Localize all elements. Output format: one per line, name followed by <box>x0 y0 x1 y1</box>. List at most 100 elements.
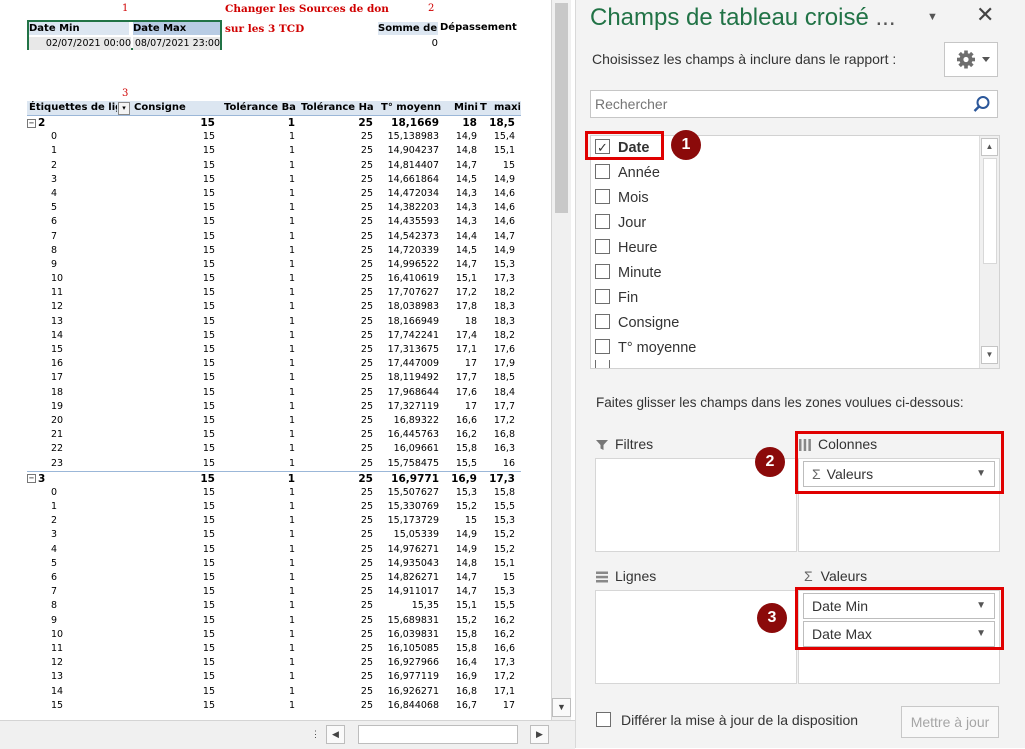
field-checkbox[interactable] <box>595 213 610 229</box>
tools-button[interactable] <box>944 42 998 77</box>
date-max-header[interactable]: Date Max <box>133 22 220 35</box>
pivot-row[interactable]: 12 15 1 25 16,927966 16,4 17,3 <box>27 656 521 670</box>
pivot-row[interactable]: 5 15 1 25 14,382203 14,3 14,6 <box>27 201 521 215</box>
scroll-down-icon[interactable]: ▼ <box>552 698 571 717</box>
pivot-row[interactable]: 0 15 1 25 15,507627 15,3 15,8 <box>27 486 521 500</box>
pivot-row[interactable]: 10 15 1 25 16,039831 15,8 16,2 <box>27 628 521 642</box>
field-item-consigne[interactable]: Consigne <box>595 312 679 334</box>
field-item-mois[interactable]: Mois <box>595 187 649 209</box>
spreadsheet-grid[interactable]: 1 2 Changer les Sources de don sur les 3… <box>0 0 550 720</box>
field-list-scrollbar[interactable]: ▲ ▼ <box>979 136 999 368</box>
pivot-row[interactable]: 6 15 1 25 14,826271 14,7 15 <box>27 571 521 585</box>
scroll-right-icon[interactable]: ▶ <box>530 725 549 744</box>
pivot-row[interactable]: 8 15 1 25 15,35 15,1 15,5 <box>27 599 521 613</box>
pivot-row[interactable]: 22 15 1 25 16,09661 15,8 16,3 <box>27 442 521 456</box>
pivot-row[interactable]: 20 15 1 25 16,89322 16,6 17,2 <box>27 414 521 428</box>
pivot-row[interactable]: 10 15 1 25 16,410619 15,1 17,3 <box>27 272 521 286</box>
field-item-heure[interactable]: Heure <box>595 237 658 259</box>
field-checkbox[interactable] <box>595 288 610 304</box>
pivot-row[interactable]: 4 15 1 25 14,976271 14,9 15,2 <box>27 543 521 557</box>
field-checkbox[interactable] <box>595 163 610 179</box>
field-item-jour[interactable]: Jour <box>595 212 646 234</box>
pivot-row[interactable]: 13 15 1 25 16,977119 16,9 17,2 <box>27 670 521 684</box>
field-list[interactable]: DateAnnéeMoisJourHeureMinuteFinConsigneT… <box>590 135 1000 369</box>
pivot-row[interactable]: 12 15 1 25 18,038983 17,8 18,3 <box>27 300 521 314</box>
pivot-row[interactable]: 11 15 1 25 16,105085 15,8 16,6 <box>27 642 521 656</box>
search-icon[interactable] <box>973 95 991 113</box>
defer-update-checkbox[interactable] <box>596 711 611 727</box>
list-scroll-thumb[interactable] <box>983 158 997 264</box>
field-search-box[interactable] <box>590 90 998 118</box>
pivot-row[interactable]: 14 15 1 25 17,742241 17,4 18,2 <box>27 329 521 343</box>
pivot-group-row[interactable]: −2 15 1 25 18,1669 18 18,5 <box>27 115 521 130</box>
pivot-cell-moy: 14,720339 <box>387 244 439 256</box>
horizontal-scroll-thumb[interactable] <box>358 725 518 744</box>
pivot-header-maxi[interactable]: maxi <box>494 101 520 114</box>
sheet-more-icon[interactable]: ⋮ <box>306 725 325 744</box>
pivot-header-tol-haute[interactable]: Tolérance Ha <box>301 101 378 114</box>
filter-dropdown-icon[interactable]: ▾ <box>118 102 130 115</box>
pivot-row[interactable]: 1 15 1 25 15,330769 15,2 15,5 <box>27 500 521 514</box>
close-icon[interactable]: ✕ <box>976 2 994 28</box>
pivot-header-moyenne[interactable]: T° moyenn <box>381 101 451 114</box>
pivot-row[interactable]: 16 15 1 25 17,447009 17 17,9 <box>27 357 521 371</box>
pivot-row[interactable]: 13 15 1 25 18,166949 18 18,3 <box>27 315 521 329</box>
pivot-row[interactable]: 17 15 1 25 18,119492 17,7 18,5 <box>27 371 521 385</box>
field-checkbox[interactable] <box>595 313 610 329</box>
date-min-header[interactable]: Date Min <box>29 22 129 35</box>
pivot-row[interactable]: 0 15 1 25 15,138983 14,9 15,4 <box>27 130 521 144</box>
field-checkbox[interactable] <box>595 188 610 204</box>
pivot-row[interactable]: 19 15 1 25 17,327119 17 17,7 <box>27 400 521 414</box>
pivot-header-tol-basse[interactable]: Tolérance Ba <box>224 101 298 114</box>
update-button[interactable]: Mettre à jour <box>901 706 999 738</box>
pivot-row[interactable]: 7 15 1 25 14,542373 14,4 14,7 <box>27 230 521 244</box>
pivot-header-consigne[interactable]: Consigne <box>134 101 214 114</box>
pivot-row[interactable]: 15 15 1 25 16,844068 16,7 17 <box>27 699 521 713</box>
pivot-cell-moy: 18,1669 <box>391 117 439 129</box>
field-item-fin[interactable]: Fin <box>595 287 638 309</box>
pivot-row[interactable]: 15 15 1 25 17,313675 17,1 17,6 <box>27 343 521 357</box>
sum-header[interactable]: Somme de Dépassement <box>378 22 438 35</box>
date-min-value[interactable]: 02/07/2021 00:00 <box>29 37 131 50</box>
field-checkbox[interactable] <box>595 238 610 254</box>
list-scroll-up-icon[interactable]: ▲ <box>981 138 998 156</box>
pivot-header-mini[interactable]: Mini <box>454 101 480 114</box>
search-input[interactable] <box>593 93 967 115</box>
pivot-row[interactable]: 6 15 1 25 14,435593 14,3 14,6 <box>27 215 521 229</box>
pivot-header-labels[interactable]: Étiquettes de lig <box>29 101 117 114</box>
pivot-row[interactable]: 3 15 1 25 15,05339 14,9 15,2 <box>27 528 521 542</box>
scroll-left-icon[interactable]: ◀ <box>326 725 345 744</box>
defer-update-option[interactable]: Différer la mise à jour de la dispositio… <box>596 711 858 729</box>
pivot-row[interactable]: 2 15 1 25 15,173729 15 15,3 <box>27 514 521 528</box>
pivot-row[interactable]: 11 15 1 25 17,707627 17,2 18,2 <box>27 286 521 300</box>
pivot-row[interactable]: 9 15 1 25 15,689831 15,2 16,2 <box>27 614 521 628</box>
pivot-group-row[interactable]: −3 15 1 25 16,9771 16,9 17,3 <box>27 470 521 486</box>
pivot-row[interactable]: 21 15 1 25 16,445763 16,2 16,8 <box>27 428 521 442</box>
collapse-icon[interactable]: − <box>27 118 36 128</box>
field-item-ann-e[interactable]: Année <box>595 162 660 184</box>
pivot-row[interactable]: 3 15 1 25 14,661864 14,5 14,9 <box>27 173 521 187</box>
pivot-row[interactable]: 1 15 1 25 14,904237 14,8 15,1 <box>27 144 521 158</box>
pivot-header-t[interactable]: T <box>480 101 490 114</box>
vertical-scroll-thumb[interactable] <box>555 3 568 213</box>
pivot-row[interactable]: 7 15 1 25 14,911017 14,7 15,3 <box>27 585 521 599</box>
pivot-row[interactable]: 5 15 1 25 14,935043 14,8 15,1 <box>27 557 521 571</box>
pivot-row[interactable]: 18 15 1 25 17,968644 17,6 18,4 <box>27 386 521 400</box>
sum-value[interactable]: 0 <box>378 37 438 50</box>
field-item-minute[interactable]: Minute <box>595 262 662 284</box>
collapse-icon[interactable]: − <box>27 474 36 484</box>
pivot-row[interactable]: 9 15 1 25 14,996522 14,7 15,3 <box>27 258 521 272</box>
list-scroll-down-icon[interactable]: ▼ <box>981 346 998 364</box>
pivot-row[interactable]: 14 15 1 25 16,926271 16,8 17,1 <box>27 685 521 699</box>
field-checkbox[interactable] <box>595 338 610 354</box>
pivot-row[interactable]: 23 15 1 25 15,758475 15,5 16 <box>27 457 521 471</box>
sheet-horizontal-scrollbar[interactable]: ⋮ ◀ ▶ <box>0 720 575 749</box>
pivot-row[interactable]: 4 15 1 25 14,472034 14,3 14,6 <box>27 187 521 201</box>
field-checkbox[interactable] <box>595 263 610 279</box>
pivot-row[interactable]: 2 15 1 25 14,814407 14,7 15 <box>27 159 521 173</box>
sheet-vertical-scrollbar[interactable]: ▼ <box>551 0 571 720</box>
pane-options-dropdown-icon[interactable]: ▼ <box>927 11 938 23</box>
pivot-row[interactable]: 8 15 1 25 14,720339 14,5 14,9 <box>27 244 521 258</box>
date-max-value[interactable]: 08/07/2021 23:00 <box>133 37 220 50</box>
field-item-t-moyenne[interactable]: T° moyenne <box>595 337 696 359</box>
